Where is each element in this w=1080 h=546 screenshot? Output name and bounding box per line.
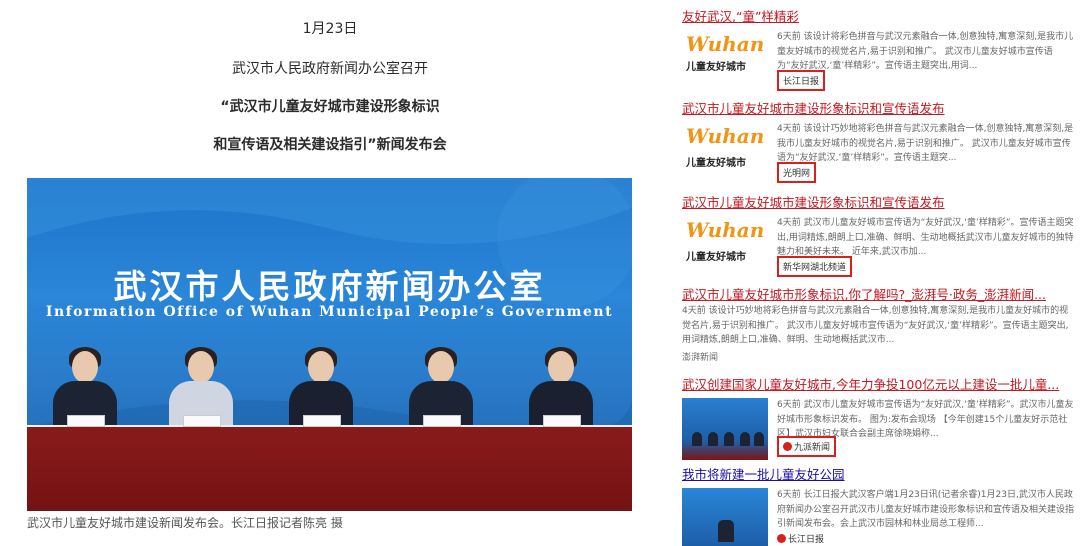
result-title-link[interactable]: 武汉市儿童友好城市形象标识,你了解吗?_澎湃号·政务_澎湃新闻... — [682, 284, 1074, 303]
thumbnail-figure — [724, 432, 734, 446]
thumbnail-figure — [708, 432, 718, 446]
search-result: 武汉市儿童友好城市形象标识,你了解吗?_澎湃号·政务_澎湃新闻... 4天前 该… — [682, 284, 1074, 364]
photo-title-english: Information Office of Wuhan Municipal Pe… — [45, 304, 614, 320]
result-snippet: 6天前 武汉市儿童友好城市宣传语为“友好武汉,‘童’样精彩”。武汉市儿童友好城市… — [777, 400, 1074, 439]
result-thumbnail[interactable] — [682, 398, 768, 460]
result-source[interactable]: 光明网 — [777, 162, 817, 183]
logo-subtitle: 儿童友好城市 — [686, 158, 746, 169]
thumbnail-figure — [754, 432, 764, 446]
result-thumbnail[interactable]: Wuhan 儿童友好城市 — [682, 216, 768, 278]
result-snippet: 4天前 该设计巧妙地将彩色拼音与武汉元素融合一体,创意独特,寓意深刻,是我市儿童… — [682, 306, 1069, 345]
result-thumbnail[interactable]: Wuhan 儿童友好城市 — [682, 30, 768, 92]
source-logo-icon — [783, 442, 792, 451]
speaker-thumbnail — [682, 488, 768, 546]
nameplate — [303, 415, 341, 427]
result-title-link[interactable]: 友好武汉,“童”样精彩 — [682, 6, 1074, 25]
result-snippet: 6天前 该设计将彩色拼音与武汉元素融合一体,创意独特,寓意深刻,是我市儿童友好城… — [777, 32, 1074, 71]
result-source[interactable]: 九派新闻 — [777, 436, 837, 457]
result-title-link[interactable]: 我市将新建一批儿童友好公园 — [682, 464, 1074, 483]
article-line-2: “武汉市儿童友好城市建设形象标识 — [220, 99, 440, 115]
result-source-label: 长江日报 — [788, 535, 825, 545]
result-source[interactable]: 澎湃新闻 — [682, 350, 718, 363]
article-line-1: 武汉市人民政府新闻办公室召开 — [232, 61, 428, 77]
search-result: 武汉创建国家儿童友好城市,今年力争投100亿元以上建设一批儿童... 6天前 武… — [682, 374, 1074, 460]
nameplate — [423, 415, 461, 427]
nameplate — [183, 415, 221, 427]
result-thumbnail[interactable]: Wuhan 儿童友好城市 — [682, 122, 768, 184]
result-snippet: 4天前 该设计巧妙地将彩色拼音与武汉元素融合一体,创意独特,寓意深刻,是我市儿童… — [777, 124, 1074, 163]
search-result: 友好武汉,“童”样精彩 Wuhan 儿童友好城市 6天前 该设计将彩色拼音与武汉… — [682, 6, 1074, 92]
article-date: 1月23日 — [302, 21, 358, 37]
result-source[interactable]: 长江日报 — [777, 532, 824, 545]
photo-title-chinese: 武汉市人民政府新闻办公室 — [113, 267, 546, 306]
photo-caption: 武汉市儿童友好城市建设新闻发布会。长江日报记者陈亮 摄 — [27, 516, 343, 530]
press-conference-photo: 武汉市人民政府新闻办公室 Information Office of Wuhan… — [27, 178, 632, 511]
result-snippet: 6天前 长江日报大武汉客户端1月23日讯(记者余睿)1月23日,武汉市人民政府新… — [777, 490, 1074, 529]
result-snippet: 4天前 武汉市儿童友好城市宣传语为“友好武汉,‘童’样精彩”。宣传语主题突出,用… — [777, 218, 1074, 257]
wuhan-logo-icon: Wuhan — [686, 32, 765, 56]
search-result: 武汉市儿童友好城市建设形象标识和宣传语发布 Wuhan 儿童友好城市 4天前 武… — [682, 192, 1074, 278]
result-title-link[interactable]: 武汉创建国家儿童友好城市,今年力争投100亿元以上建设一批儿童... — [682, 374, 1074, 393]
wuhan-logo-icon: Wuhan — [686, 124, 765, 148]
wuhan-logo-icon: Wuhan — [686, 218, 765, 242]
thumbnail-figure — [718, 520, 734, 542]
article-line-3: 和宣传语及相关建设指引”新闻发布会 — [213, 137, 447, 153]
article-panel: 1月23日 武汉市人民政府新闻办公室召开 “武汉市儿童友好城市建设形象标识 和宣… — [0, 0, 660, 546]
result-thumbnail[interactable] — [682, 488, 768, 546]
nameplate — [67, 415, 105, 427]
logo-subtitle: 儿童友好城市 — [686, 62, 746, 73]
result-title-link[interactable]: 武汉市儿童友好城市建设形象标识和宣传语发布 — [682, 98, 1074, 117]
search-result: 我市将新建一批儿童友好公园 6天前 长江日报大武汉客户端1月23日讯(记者余睿)… — [682, 464, 1074, 546]
search-results-panel: 友好武汉,“童”样精彩 Wuhan 儿童友好城市 6天前 该设计将彩色拼音与武汉… — [672, 0, 1080, 546]
result-source-label: 九派新闻 — [794, 443, 831, 453]
press-conference-thumbnail — [682, 398, 768, 460]
thumbnail-figure — [740, 432, 750, 446]
result-source[interactable]: 长江日报 — [777, 70, 826, 91]
source-logo-icon — [777, 534, 786, 543]
logo-subtitle: 儿童友好城市 — [686, 252, 746, 263]
conference-table — [27, 427, 632, 511]
result-title-link[interactable]: 武汉市儿童友好城市建设形象标识和宣传语发布 — [682, 192, 1074, 211]
thumbnail-figure — [692, 432, 702, 446]
nameplate — [543, 415, 581, 427]
search-result: 武汉市儿童友好城市建设形象标识和宣传语发布 Wuhan 儿童友好城市 4天前 该… — [682, 98, 1074, 188]
result-source[interactable]: 新华网湖北频道 — [777, 256, 853, 277]
